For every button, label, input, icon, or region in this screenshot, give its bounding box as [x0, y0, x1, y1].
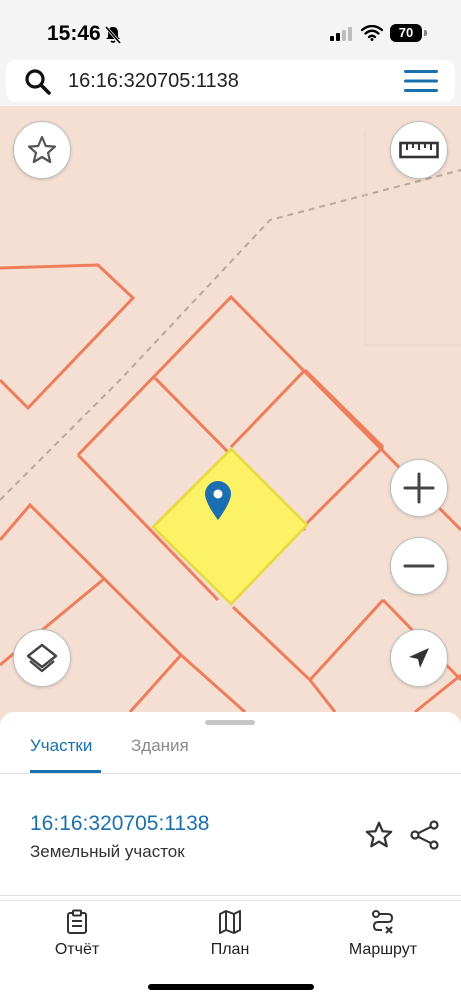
tab-buildings[interactable]: Здания — [131, 736, 189, 756]
report-icon — [67, 909, 87, 934]
search-input[interactable] — [68, 66, 388, 96]
zoom-in-button[interactable] — [390, 459, 448, 517]
share-icon[interactable] — [410, 820, 440, 850]
layers-icon — [26, 643, 58, 673]
layers-button[interactable] — [13, 629, 71, 687]
sheet-drag-handle[interactable] — [205, 720, 255, 725]
tab-bar: Участки Здания — [0, 730, 461, 774]
favorite-button[interactable] — [13, 121, 71, 179]
zoom-in-icon — [403, 472, 435, 504]
ruler-button[interactable] — [390, 121, 448, 179]
parcel-type-label: Земельный участок — [30, 842, 185, 861]
wifi-icon — [361, 25, 383, 41]
menu-icon[interactable] — [404, 69, 438, 93]
search-icon[interactable] — [24, 68, 52, 96]
status-bar: 15:46 70 — [0, 0, 461, 56]
nav-plan-label: План — [210, 941, 250, 958]
nav-plan[interactable]: План — [170, 909, 290, 959]
home-indicator — [148, 984, 314, 990]
map-canvas — [0, 130, 461, 714]
signal-icon — [330, 27, 352, 41]
list-item[interactable]: 16:16:320705:1138 Земельный участок — [0, 776, 461, 896]
search-bar — [6, 60, 455, 102]
locate-arrow-icon — [409, 648, 429, 668]
favorite-star-icon[interactable] — [364, 820, 394, 850]
battery-icon: 70 — [390, 24, 422, 42]
nav-report-label: Отчёт — [54, 941, 100, 958]
nav-route-label: Маршрут — [348, 941, 418, 958]
bell-muted-icon — [104, 26, 122, 44]
favorite-star-icon — [27, 135, 57, 164]
battery-tip — [424, 30, 427, 36]
nav-route[interactable]: Маршрут — [323, 909, 443, 959]
map-plan-icon — [219, 910, 241, 934]
parcel-id-link[interactable]: 16:16:320705:1138 — [30, 812, 209, 836]
locate-button[interactable] — [390, 629, 448, 687]
ruler-icon — [399, 141, 439, 159]
active-tab-indicator — [30, 770, 101, 773]
cadastral-map[interactable] — [0, 106, 461, 730]
route-icon — [372, 910, 394, 934]
zoom-out-icon — [403, 564, 435, 568]
zoom-out-button[interactable] — [390, 537, 448, 595]
tab-parcels[interactable]: Участки — [30, 736, 92, 756]
status-time: 15:46 — [47, 22, 101, 45]
nav-report[interactable]: Отчёт — [17, 909, 137, 959]
